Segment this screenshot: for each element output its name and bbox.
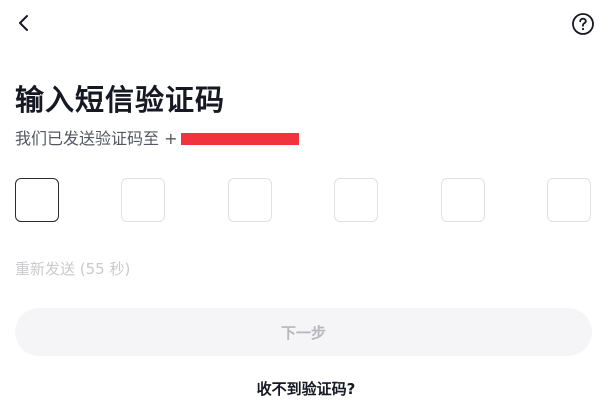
no-code-help-link[interactable]: 收不到验证码? bbox=[0, 378, 612, 400]
code-digit-2[interactable] bbox=[121, 178, 165, 222]
help-button[interactable] bbox=[571, 12, 595, 36]
code-digit-5[interactable] bbox=[441, 178, 485, 222]
next-button[interactable]: 下一步 bbox=[15, 308, 592, 356]
code-digit-4[interactable] bbox=[334, 178, 378, 222]
sent-to-text: 我们已发送验证码至 + bbox=[15, 129, 178, 148]
verification-code-input bbox=[15, 178, 592, 223]
chevron-left-icon bbox=[19, 15, 28, 31]
resend-code-link[interactable]: 重新发送 (55 秒) bbox=[15, 258, 130, 280]
page-title: 输入短信验证码 bbox=[15, 83, 226, 117]
code-digit-1[interactable] bbox=[15, 178, 59, 222]
code-digit-3[interactable] bbox=[228, 178, 272, 222]
code-digit-6[interactable] bbox=[547, 178, 591, 222]
redacted-phone-number bbox=[180, 132, 299, 145]
back-button[interactable] bbox=[10, 9, 38, 37]
question-circle-icon bbox=[572, 13, 594, 35]
sent-to-message: 我们已发送验证码至 + bbox=[15, 128, 299, 150]
